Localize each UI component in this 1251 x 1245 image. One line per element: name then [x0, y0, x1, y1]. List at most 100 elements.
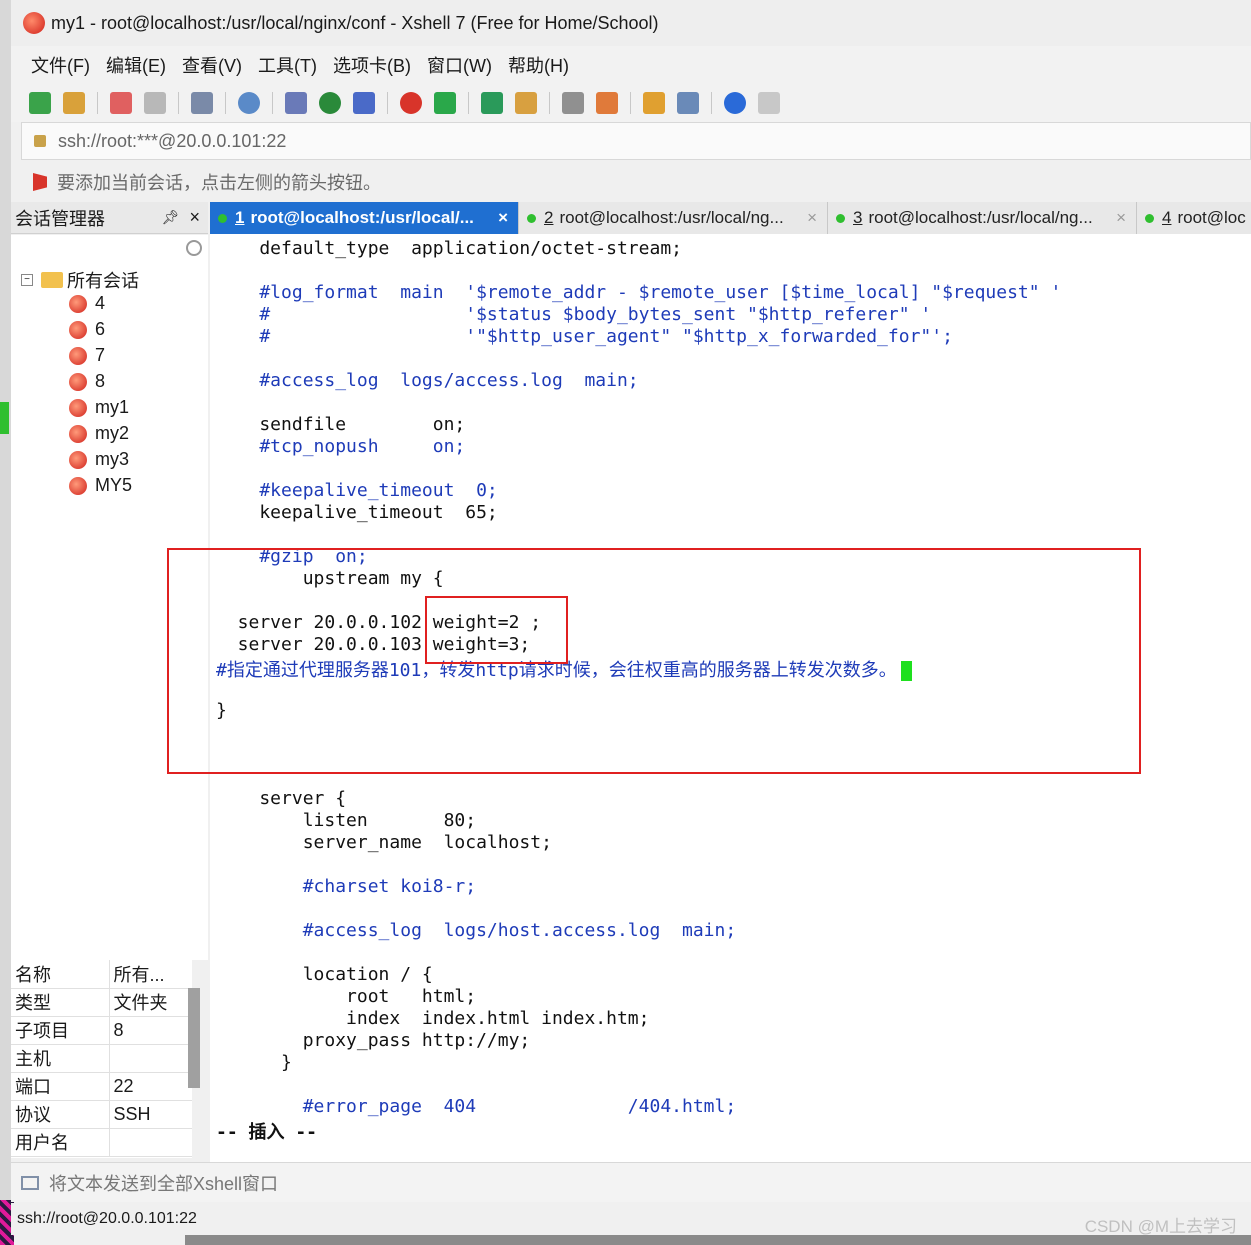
hint-text: 要添加当前会话，点击左侧的箭头按钮。	[57, 173, 381, 193]
terminal-view[interactable]: default_type application/octet-stream; #…	[167, 234, 1251, 1162]
session-label: 6	[95, 319, 106, 339]
tab-session-3[interactable]: 3 root@localhost:/usr/local/ng... ×	[828, 202, 1137, 234]
title-bar: my1 - root@localhost:/usr/local/nginx/co…	[11, 0, 1251, 46]
session-item[interactable]: 6	[69, 319, 105, 340]
session-icon	[69, 398, 87, 417]
property-value	[109, 1128, 192, 1157]
bookmark-arrow-icon[interactable]	[33, 173, 47, 191]
session-item[interactable]: my3	[69, 449, 129, 470]
session-label: MY5	[95, 475, 133, 495]
property-key: 协议	[11, 1100, 110, 1129]
transfer-icon[interactable]	[285, 92, 307, 114]
font-icon[interactable]	[353, 92, 375, 114]
help-icon[interactable]	[724, 92, 746, 114]
session-label: 7	[95, 345, 106, 365]
open-folder-icon[interactable]	[63, 92, 85, 114]
address-bar[interactable]: ssh://root:***@20.0.0.101:22	[21, 122, 1251, 160]
new-session-icon[interactable]	[29, 92, 51, 114]
reconnect-icon[interactable]	[144, 92, 166, 114]
toolbar-separator	[711, 92, 712, 114]
find-icon[interactable]	[238, 92, 260, 114]
tab-close-icon[interactable]: ×	[807, 208, 817, 228]
session-item[interactable]: MY5	[69, 475, 132, 496]
session-icon	[69, 320, 87, 339]
collapse-icon[interactable]: −	[21, 274, 33, 286]
property-row: 名称 所有...	[11, 960, 192, 989]
watermark: CSDN @M上去学习	[1084, 1217, 1237, 1236]
connected-dot-icon	[527, 213, 536, 223]
terminal-line: sendfile on;	[216, 414, 466, 435]
disconnect-icon[interactable]	[110, 92, 132, 114]
property-row: 协议 SSH	[11, 1100, 192, 1129]
tab-close-icon[interactable]: ×	[498, 208, 508, 228]
address-value: ssh://root:***@20.0.0.101:22	[58, 130, 287, 151]
property-key: 主机	[11, 1044, 110, 1073]
layout-icon[interactable]	[677, 92, 699, 114]
xftp-icon[interactable]	[434, 92, 456, 114]
chat-icon[interactable]	[758, 92, 780, 114]
session-item[interactable]: 7	[69, 345, 105, 366]
terminal-line: keepalive_timeout 65;	[216, 502, 498, 523]
send-window-icon	[21, 1175, 39, 1190]
session-label: 4	[95, 293, 106, 313]
property-value: 所有...	[109, 960, 192, 989]
session-label: my3	[95, 449, 130, 469]
property-value: 文件夹	[109, 988, 192, 1017]
terminal-line: proxy_pass http://my;	[216, 1030, 531, 1051]
tab-close-icon[interactable]: ×	[1116, 208, 1126, 228]
toolbar-separator	[178, 92, 179, 114]
folder-icon	[41, 272, 63, 288]
session-item[interactable]: my2	[69, 423, 129, 444]
new-folder-icon[interactable]	[643, 92, 665, 114]
tab-session-4[interactable]: 4 root@loc	[1137, 202, 1251, 234]
keyboard-icon[interactable]	[562, 92, 584, 114]
properties-scrollbar[interactable]	[188, 988, 200, 1088]
fullscreen-icon[interactable]	[481, 92, 503, 114]
menu-bar: 文件(F) 编辑(E) 查看(V) 工具(T) 选项卡(B) 窗口(W) 帮助(…	[11, 46, 1251, 84]
connected-dot-icon	[836, 213, 845, 223]
toolbar	[11, 84, 1251, 122]
highlight-icon[interactable]	[596, 92, 618, 114]
menu-edit[interactable]: 编辑(E)	[106, 52, 166, 78]
session-item[interactable]: 4	[69, 293, 105, 314]
menu-view[interactable]: 查看(V)	[182, 52, 242, 78]
menu-tabs[interactable]: 选项卡(B)	[333, 52, 411, 78]
session-item[interactable]: my1	[69, 397, 129, 418]
property-key: 类型	[11, 988, 110, 1017]
tab-session-1[interactable]: 1 root@localhost:/usr/local/... ×	[210, 202, 519, 234]
menu-file[interactable]: 文件(F)	[31, 52, 90, 78]
pin-icon[interactable]: 📌︎	[162, 209, 180, 226]
tree-root[interactable]: − 所有会话	[21, 267, 139, 293]
terminal-line: # '"$http_user_agent" "$http_x_forwarded…	[216, 326, 953, 347]
terminal-line: }	[216, 1052, 292, 1073]
menu-window[interactable]: 窗口(W)	[427, 52, 492, 78]
property-key: 子项目	[11, 1016, 110, 1045]
terminal-line: #tcp_nopush on;	[216, 436, 466, 457]
compose-bar[interactable]: 将文本发送到全部Xshell窗口	[11, 1162, 1251, 1202]
xshell-icon[interactable]	[400, 92, 422, 114]
search-icon[interactable]	[186, 240, 202, 256]
session-label: my1	[95, 397, 130, 417]
tab-number: 4	[1162, 208, 1172, 227]
terminal-line: #log_format main '$remote_addr - $remote…	[216, 282, 1062, 303]
terminal-line: index index.html index.htm;	[216, 1008, 650, 1029]
tab-label: root@localhost:/usr/local/ng...	[559, 208, 784, 227]
lock-icon	[34, 135, 46, 147]
terminal-line: #keepalive_timeout 0;	[216, 480, 498, 501]
session-item[interactable]: 8	[69, 371, 105, 392]
properties-icon[interactable]	[191, 92, 213, 114]
close-icon[interactable]: ×	[189, 207, 200, 228]
session-search[interactable]	[11, 235, 208, 265]
session-icon	[69, 424, 87, 443]
tab-session-2[interactable]: 2 root@localhost:/usr/local/ng... ×	[519, 202, 828, 234]
globe-icon[interactable]	[319, 92, 341, 114]
session-label: 8	[95, 371, 106, 391]
terminal-line: -- 插入 --	[216, 1122, 318, 1143]
menu-tools[interactable]: 工具(T)	[258, 52, 317, 78]
terminal-line: default_type application/octet-stream;	[216, 238, 682, 259]
lock-icon[interactable]	[515, 92, 537, 114]
connected-dot-icon	[1145, 213, 1154, 223]
status-bar: ssh://root@20.0.0.101:22	[11, 1203, 1251, 1235]
menu-help[interactable]: 帮助(H)	[508, 52, 569, 78]
toolbar-separator	[272, 92, 273, 114]
